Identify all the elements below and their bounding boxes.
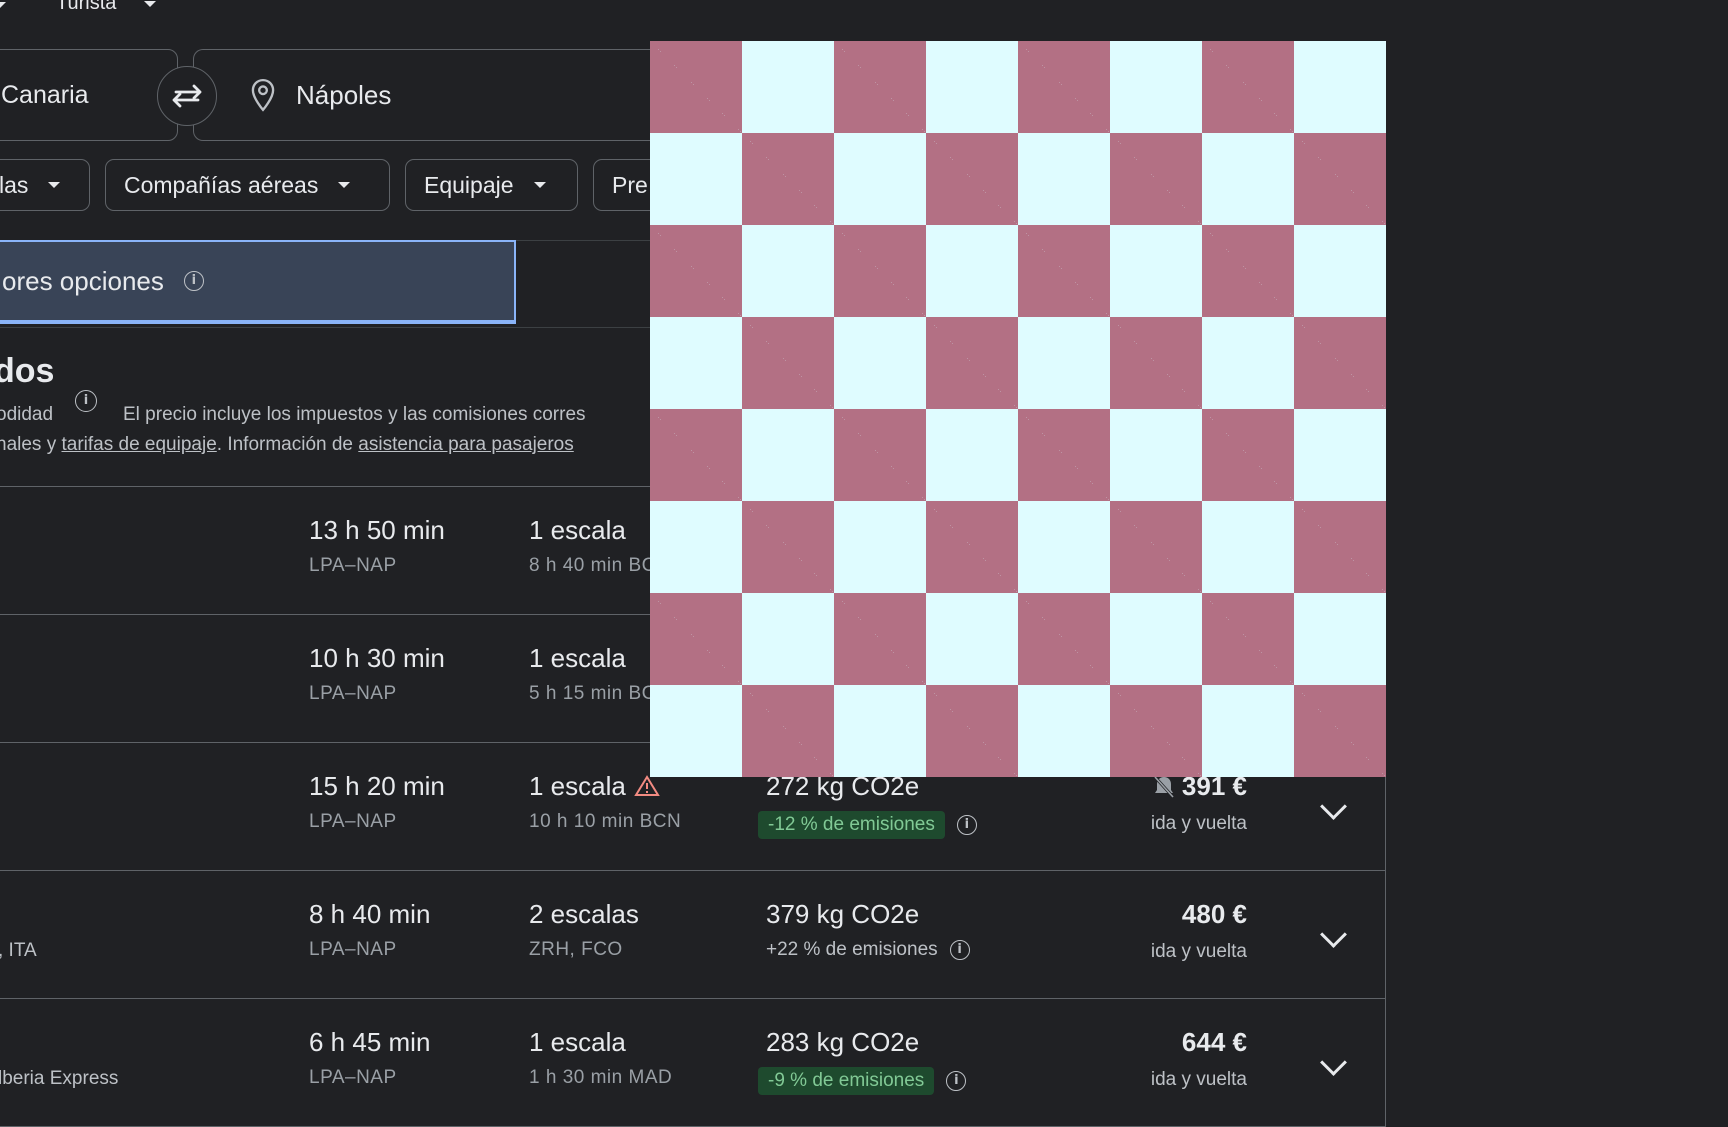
checkerboard-overlay bbox=[650, 41, 1386, 777]
emissions-badge: -9 % de emisiones bbox=[758, 1067, 935, 1095]
flight-duration: 15 h 20 min bbox=[309, 771, 445, 801]
filter-label: Equipaje bbox=[424, 171, 514, 198]
info-icon[interactable]: i bbox=[946, 1071, 967, 1091]
divider bbox=[0, 327, 700, 328]
filter-label: Pre bbox=[612, 171, 648, 198]
price-disclaimer: El precio incluye los impuestos y las co… bbox=[123, 404, 586, 425]
flight-stops: 2 escalas bbox=[529, 899, 639, 929]
chevron-down-icon bbox=[48, 182, 61, 188]
destination-field[interactable]: Nápoles bbox=[193, 49, 673, 141]
flight-duration: 10 h 30 min bbox=[309, 643, 445, 673]
flight-row[interactable]: lberia Express 6 h 45 min LPA–NAP 1 esca… bbox=[0, 999, 1385, 1127]
info-icon[interactable]: i bbox=[956, 815, 977, 835]
expand-chevron-icon[interactable] bbox=[1320, 921, 1347, 948]
flight-duration: 13 h 50 min bbox=[309, 515, 445, 545]
swap-button[interactable] bbox=[157, 66, 217, 126]
flight-price: 644 € bbox=[1181, 1027, 1247, 1057]
tab-label: ores opciones bbox=[2, 265, 164, 296]
flight-stops: 1 escala bbox=[529, 515, 626, 545]
stop-details: 10 h 10 min BCN bbox=[529, 811, 682, 832]
stop-details: 8 h 40 min BC bbox=[529, 555, 656, 576]
price-tracking-off-icon[interactable] bbox=[1152, 774, 1176, 800]
co2-value: 283 kg CO2e bbox=[766, 1027, 920, 1057]
origin-value: Canaria bbox=[1, 80, 89, 109]
trip-class-select[interactable]: Turista bbox=[0, 0, 157, 15]
section-title: dos bbox=[0, 352, 55, 390]
disclaimer-text: nales y bbox=[0, 434, 62, 455]
emissions-badge: -12 % de emisiones bbox=[758, 811, 945, 839]
price-type: ida y vuelta bbox=[1150, 941, 1247, 962]
baggage-fees-link[interactable]: tarifas de equipaje bbox=[61, 434, 216, 455]
flight-stops: 1 escala bbox=[529, 1027, 626, 1057]
flight-route: LPA–NAP bbox=[309, 939, 397, 960]
filter-chip-baggage[interactable]: Equipaje bbox=[405, 159, 578, 211]
trip-class-label: Turista bbox=[56, 0, 117, 14]
flight-route: LPA–NAP bbox=[309, 1067, 397, 1088]
filter-label: Compañías aéreas bbox=[124, 171, 319, 198]
origin-field[interactable]: Canaria bbox=[0, 49, 178, 141]
expand-chevron-icon[interactable] bbox=[1320, 1049, 1347, 1076]
destination-value: Nápoles bbox=[296, 79, 392, 110]
location-pin-icon bbox=[251, 78, 275, 112]
emissions-info: -12 % de emisiones i bbox=[758, 811, 977, 839]
price-type: ida y vuelta bbox=[1150, 813, 1247, 834]
flight-stops-container: 1 escala bbox=[529, 771, 660, 802]
price-disclaimer-line2: nales y tarifas de equipaje. Información… bbox=[0, 434, 574, 456]
airline-name: , ITA bbox=[0, 940, 37, 961]
filter-chip-stops[interactable]: las bbox=[0, 159, 90, 211]
filter-label: las bbox=[0, 171, 29, 198]
flight-stops: 1 escala bbox=[529, 643, 626, 673]
comfort-label: odidad bbox=[0, 404, 54, 425]
stop-details: ZRH, FCO bbox=[529, 939, 623, 960]
disclaimer-text: . Información de bbox=[216, 434, 359, 455]
flight-price: 480 € bbox=[1181, 899, 1247, 929]
flight-route: LPA–NAP bbox=[309, 683, 397, 704]
warning-icon[interactable] bbox=[634, 775, 660, 797]
chevron-down-icon bbox=[144, 0, 157, 7]
stop-details: 5 h 15 min BC bbox=[529, 683, 656, 704]
price-type: ida y vuelta bbox=[1150, 1069, 1247, 1090]
info-icon[interactable]: i bbox=[75, 390, 97, 412]
flight-duration: 6 h 45 min bbox=[309, 1027, 431, 1057]
info-icon[interactable]: i bbox=[183, 271, 204, 291]
flight-duration: 8 h 40 min bbox=[309, 899, 431, 929]
chevron-down-icon bbox=[533, 182, 546, 188]
stop-details: 1 h 30 min MAD bbox=[529, 1067, 673, 1088]
emissions-info: -9 % de emisiones i bbox=[758, 1067, 967, 1095]
tab-best-options[interactable]: ores opciones i bbox=[0, 240, 516, 324]
flight-row[interactable]: , ITA 8 h 40 min LPA–NAP 2 escalas ZRH, … bbox=[0, 871, 1385, 999]
airline-name: lberia Express bbox=[0, 1068, 119, 1089]
swap-arrows-icon bbox=[172, 84, 202, 108]
info-icon[interactable]: i bbox=[949, 940, 970, 960]
flight-route: LPA–NAP bbox=[309, 555, 397, 576]
emissions-text: +22 % de emisiones bbox=[766, 939, 938, 960]
emissions-info: +22 % de emisiones i bbox=[766, 939, 970, 961]
expand-chevron-icon[interactable] bbox=[1320, 793, 1347, 820]
passenger-assistance-link[interactable]: asistencia para pasajeros bbox=[358, 434, 573, 455]
filter-chip-airlines[interactable]: Compañías aéreas bbox=[105, 159, 390, 211]
flight-route: LPA–NAP bbox=[309, 811, 397, 832]
chevron-down-icon bbox=[338, 182, 351, 188]
flight-stops: 1 escala bbox=[529, 771, 626, 801]
co2-value: 379 kg CO2e bbox=[766, 899, 920, 929]
